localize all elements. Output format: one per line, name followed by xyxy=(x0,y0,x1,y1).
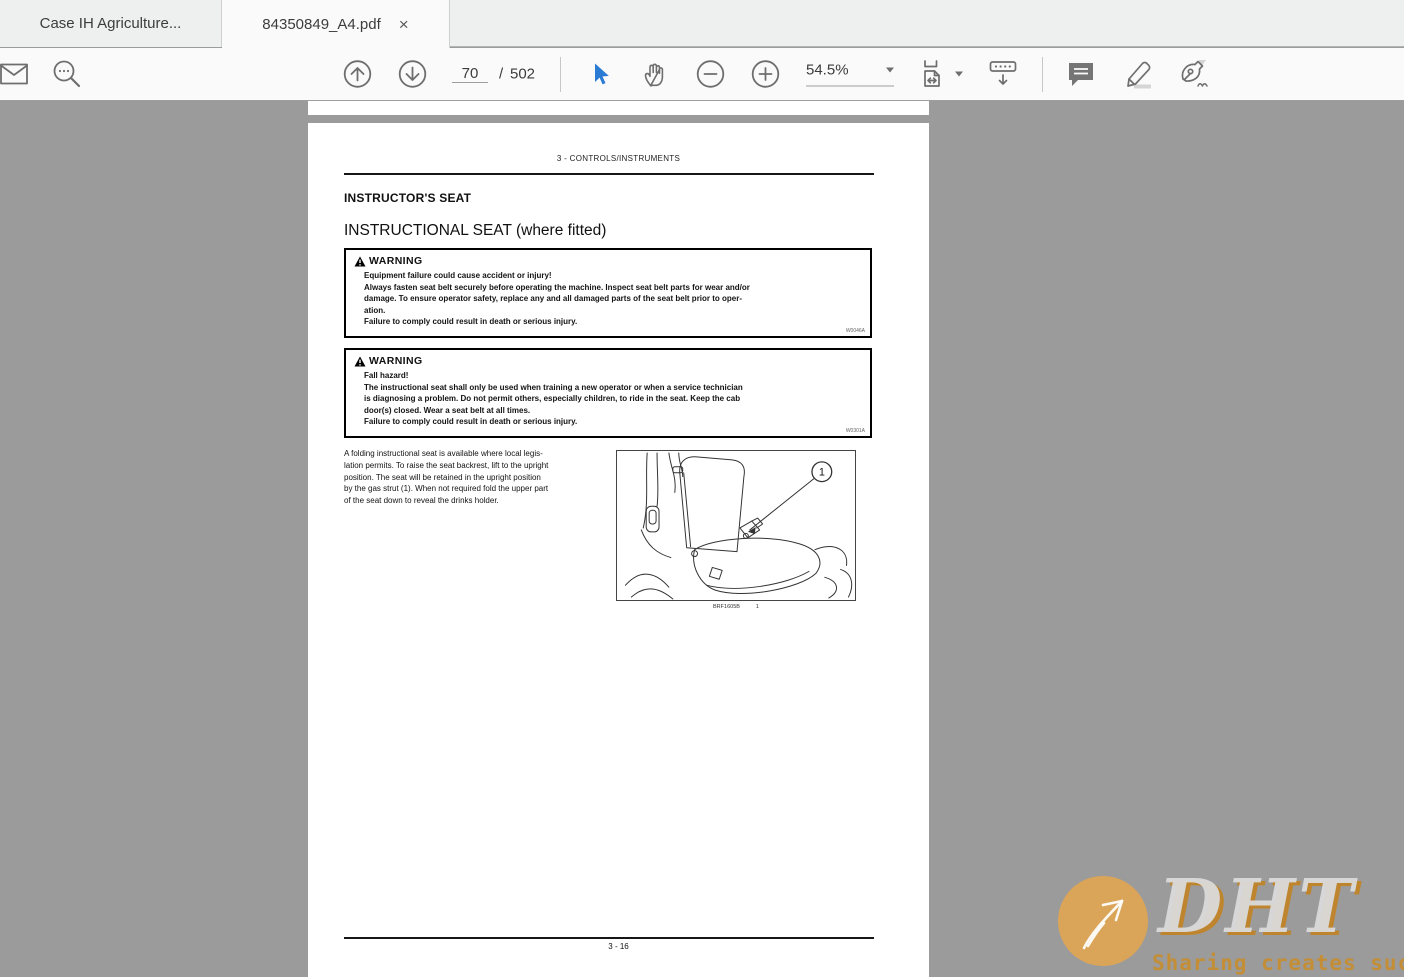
browser-tab-bar: Case IH Agriculture... 84350849_A4.pdf × xyxy=(0,0,1404,47)
highlight-icon[interactable] xyxy=(1121,58,1155,90)
subsection-title: INSTRUCTIONAL SEAT (where fitted) xyxy=(344,222,606,240)
pdf-content-area[interactable]: 3 - CONTROLS/INSTRUMENTS INSTRUCTOR'S SE… xyxy=(0,101,1404,977)
figure-callout: 1 xyxy=(819,467,825,479)
warning-label: WARNING xyxy=(369,255,423,267)
select-tool-icon[interactable] xyxy=(589,62,613,86)
page-down-icon[interactable] xyxy=(398,60,427,89)
zoom-level-value: 54.5% xyxy=(806,62,849,79)
figure-caption: BRF1605B 1 xyxy=(616,604,856,610)
warning-triangle-icon xyxy=(354,256,366,267)
running-header: 3 - CONTROLS/INSTRUMENTS xyxy=(308,154,929,163)
pdf-toolbar: / 502 54.5% xyxy=(0,48,1404,101)
warning-code: W0301A xyxy=(846,428,865,434)
chevron-down-icon xyxy=(886,68,894,73)
page-number-input[interactable] xyxy=(452,65,488,83)
header-rule xyxy=(344,173,874,175)
page-footer: 3 - 16 xyxy=(308,942,929,951)
dht-logo-circle xyxy=(1058,876,1148,966)
pdf-page: 3 - CONTROLS/INSTRUMENTS INSTRUCTOR'S SE… xyxy=(308,123,929,977)
zoom-level-dropdown[interactable]: 54.5% xyxy=(806,62,894,87)
seat-illustration: 1 xyxy=(616,450,856,601)
close-tab-icon[interactable]: × xyxy=(399,16,409,33)
fit-width-icon[interactable] xyxy=(920,59,950,89)
page-up-icon[interactable] xyxy=(343,60,372,89)
figure-number: 1 xyxy=(756,604,759,610)
warning-box: WARNING Equipment failure could cause ac… xyxy=(344,248,872,338)
toolbar-divider xyxy=(560,57,561,92)
fit-options-chevron-icon[interactable] xyxy=(955,72,963,77)
zoom-out-icon[interactable] xyxy=(696,60,725,89)
tab-label: Case IH Agriculture... xyxy=(40,15,182,32)
warning-text: Fall hazard! The instructional seat shal… xyxy=(364,370,862,428)
previous-page-edge xyxy=(308,101,929,115)
search-icon[interactable] xyxy=(52,59,82,89)
signature-icon[interactable] xyxy=(1176,58,1212,90)
warning-text: Equipment failure could cause accident o… xyxy=(364,270,862,328)
continuous-scroll-icon[interactable] xyxy=(988,60,1018,88)
section-title: INSTRUCTOR'S SEAT xyxy=(344,191,471,205)
comment-icon[interactable] xyxy=(1066,60,1096,88)
page-count-label: 502 xyxy=(510,66,535,83)
warning-header: WARNING xyxy=(354,255,862,267)
warning-triangle-icon xyxy=(354,356,366,367)
toolbar-divider xyxy=(1042,57,1043,92)
hand-tool-icon[interactable] xyxy=(642,60,670,88)
email-icon[interactable] xyxy=(0,63,28,85)
warning-header: WARNING xyxy=(354,355,862,367)
warning-code: W0046A xyxy=(846,328,865,334)
dht-watermark-text: DHT xyxy=(1158,864,1356,950)
figure-code: BRF1605B xyxy=(713,604,740,610)
tab-pdf-document[interactable]: 84350849_A4.pdf × xyxy=(222,0,450,48)
footer-rule xyxy=(344,937,874,939)
tab-label: 84350849_A4.pdf xyxy=(262,16,380,33)
dht-watermark-tagline: Sharing creates success xyxy=(1152,951,1404,975)
zoom-in-icon[interactable] xyxy=(751,60,780,89)
warning-label: WARNING xyxy=(369,355,423,367)
warning-box: WARNING Fall hazard! The instructional s… xyxy=(344,348,872,438)
tab-case-ih-agriculture[interactable]: Case IH Agriculture... xyxy=(0,0,222,47)
body-paragraph: A folding instructional seat is availabl… xyxy=(344,448,612,507)
page-number-field[interactable] xyxy=(452,65,488,83)
page-separator: / xyxy=(499,66,503,83)
